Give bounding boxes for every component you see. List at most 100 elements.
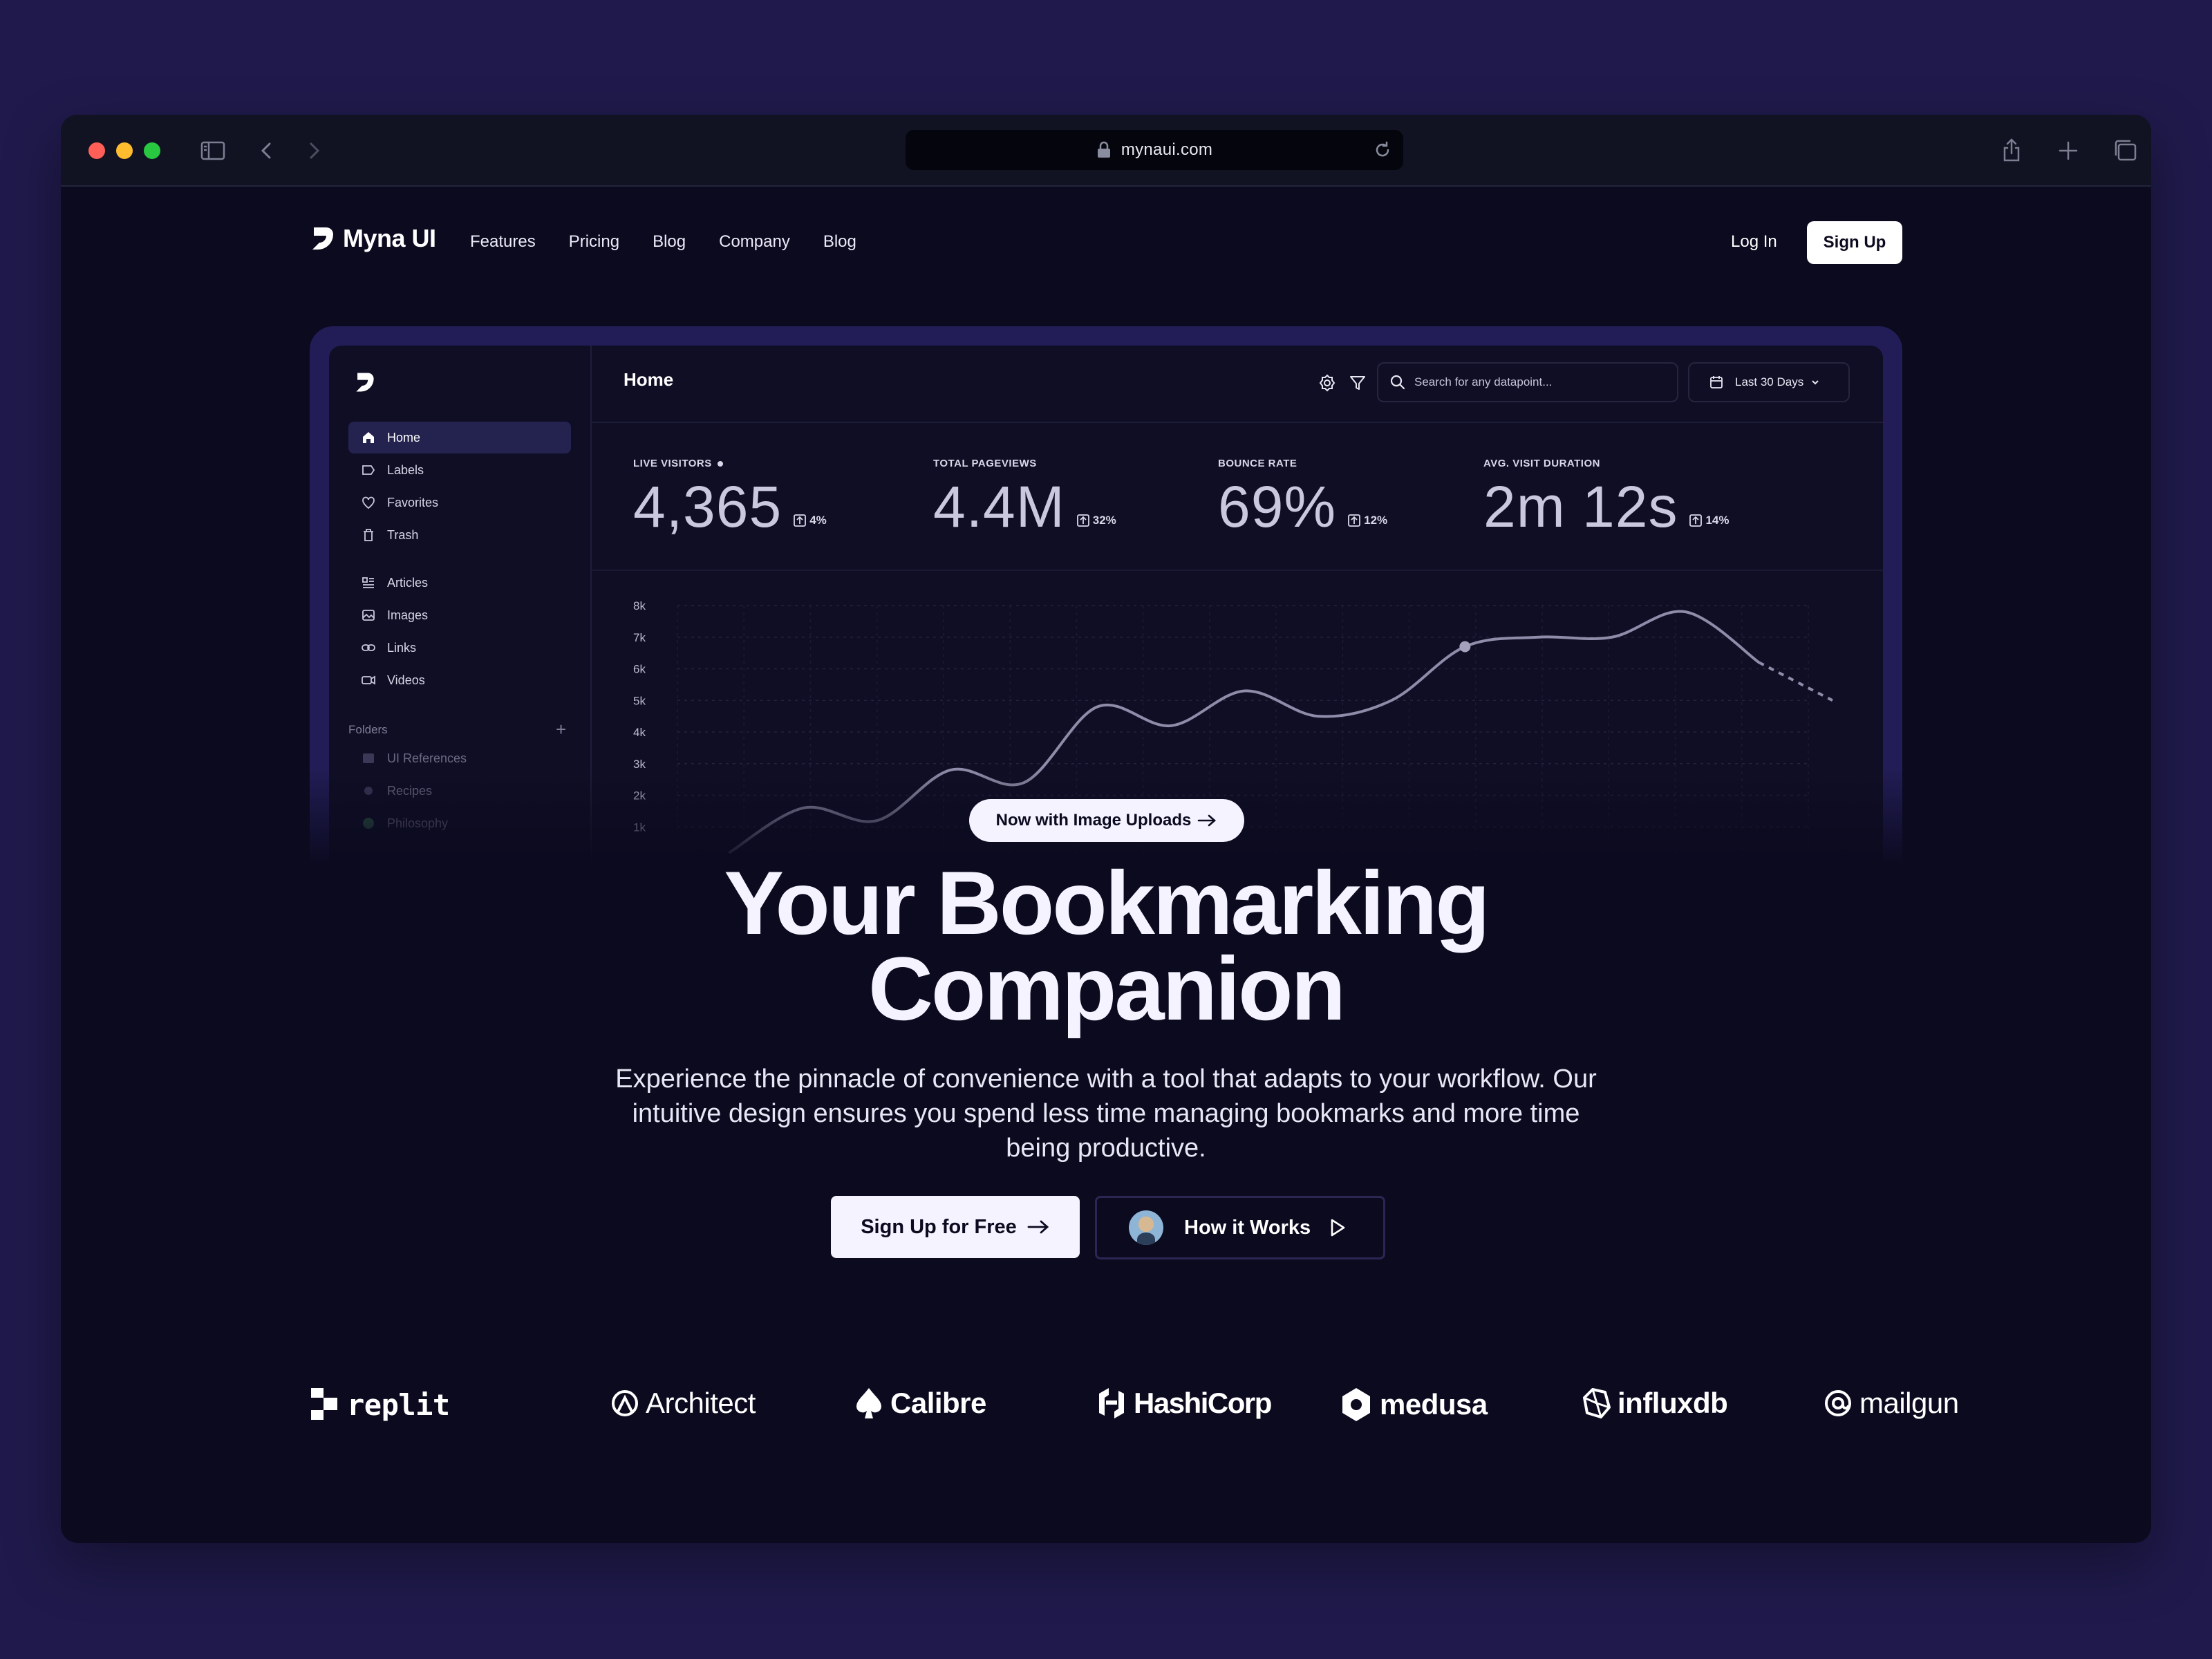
login-link[interactable]: Log In <box>1731 232 1777 252</box>
browser-window: mynaui.com Myna UI Features Pricing Blog… <box>61 115 2151 1543</box>
arrow-right-icon <box>1027 1220 1049 1234</box>
dashboard-search-input[interactable]: Search for any datapoint... <box>1377 362 1678 402</box>
trend-up-icon <box>1348 514 1361 527</box>
myna-logo-icon <box>312 227 333 250</box>
sidebar-item-videos[interactable]: Videos <box>348 664 571 696</box>
trend-up-icon <box>1689 514 1703 527</box>
dashboard-title: Home <box>624 369 674 390</box>
signup-button[interactable]: Sign Up <box>1807 221 1902 264</box>
stats-divider <box>592 570 1883 571</box>
folder-item[interactable]: UI References <box>348 742 571 774</box>
add-folder-icon[interactable]: + <box>556 719 566 740</box>
live-dot-icon <box>717 460 723 467</box>
search-placeholder: Search for any datapoint... <box>1414 375 1553 388</box>
hero-subtitle: Experience the pinnacle of convenience w… <box>615 1065 1597 1163</box>
folder-item[interactable]: Philosophy <box>348 807 571 839</box>
dashboard-sidebar: Home Labels Favorites Trash Articles Ima… <box>329 346 592 865</box>
stat-label: LIVE VISITORS <box>633 458 712 469</box>
folder-label: UI References <box>387 751 467 765</box>
stat-label: TOTAL PAGEVIEWS <box>933 458 1037 469</box>
sidebar-item-labels[interactable]: Labels <box>348 454 571 486</box>
y-tick-label: 8k <box>633 599 646 612</box>
stat-value: 2m 12s <box>1483 474 1678 539</box>
stat-delta-value: 32% <box>1092 514 1116 527</box>
filter-icon[interactable] <box>1348 373 1367 393</box>
stat-delta-value: 4% <box>809 514 827 527</box>
play-icon <box>1331 1219 1345 1237</box>
forward-arrow-icon[interactable] <box>299 135 329 166</box>
trend-up-icon <box>794 514 807 527</box>
folder-label: Philosophy <box>387 816 449 830</box>
sidebar-item-trash[interactable]: Trash <box>348 519 571 551</box>
logo-hashicorp: HashiCorp <box>1096 1387 1272 1420</box>
logo-influxdb: influxdb <box>1582 1387 1728 1420</box>
sidebar-item-images[interactable]: Images <box>348 599 571 631</box>
site-header: Myna UI Features Pricing Blog Company Bl… <box>61 187 2151 297</box>
calendar-icon <box>1710 376 1723 388</box>
sidebar-item-home[interactable]: Home <box>348 422 571 453</box>
maximize-window-button[interactable] <box>144 142 160 159</box>
y-tick-label: 4k <box>633 726 646 739</box>
stat-avg-visit-duration: AVG. VISIT DURATION 2m 12s 14% <box>1483 458 1730 539</box>
sidebar-item-label: Favorites <box>387 495 439 509</box>
minimize-window-button[interactable] <box>116 142 133 159</box>
stat-total-pageviews: TOTAL PAGEVIEWS 4.4M 32% <box>933 458 1116 536</box>
address-bar[interactable]: mynaui.com <box>906 130 1403 170</box>
sidebar-item-favorites[interactable]: Favorites <box>348 487 571 518</box>
logo-text: Calibre <box>890 1387 986 1419</box>
sidebar-item-label: Images <box>387 608 429 622</box>
logo-medusa: medusa <box>1340 1387 1488 1423</box>
dashboard-window: Home Labels Favorites Trash Articles Ima… <box>329 346 1883 865</box>
folders-heading: Folders <box>348 723 388 736</box>
logo-calibre: Calibre <box>854 1387 986 1420</box>
nav-features[interactable]: Features <box>470 232 536 252</box>
nav-company[interactable]: Company <box>719 232 790 252</box>
date-range-select[interactable]: Last 30 Days <box>1688 362 1850 402</box>
brand-logo[interactable]: Myna UI <box>310 224 436 253</box>
calibre-logo-icon <box>856 1388 881 1418</box>
sidebar-item-articles[interactable]: Articles <box>348 567 571 599</box>
video-icon <box>362 675 375 685</box>
new-tab-icon[interactable] <box>2053 135 2083 166</box>
link-icon <box>362 644 375 651</box>
sidebar-item-label: Articles <box>387 575 429 590</box>
label-icon <box>362 465 375 475</box>
cta-label: Sign Up for Free <box>861 1215 1017 1238</box>
tab-overview-icon[interactable] <box>2110 135 2140 166</box>
nav-pricing[interactable]: Pricing <box>569 232 619 252</box>
sidebar-toggle-icon[interactable] <box>198 135 228 166</box>
mailgun-logo-icon <box>1825 1390 1851 1416</box>
close-window-button[interactable] <box>88 142 105 159</box>
folder-label: Recipes <box>387 783 433 798</box>
y-tick-label: 2k <box>633 789 646 803</box>
reload-icon[interactable] <box>1373 140 1392 160</box>
back-arrow-icon[interactable] <box>252 135 282 166</box>
myna-logo-icon <box>356 373 374 392</box>
stat-delta-value: 14% <box>1705 514 1730 527</box>
stat-delta: 32% <box>1076 514 1116 527</box>
logo-text: influxdb <box>1618 1387 1728 1419</box>
share-icon[interactable] <box>1996 135 2027 166</box>
chart-series-forecast-line <box>1758 661 1833 702</box>
logo-text: Architect <box>646 1387 756 1419</box>
y-tick-label: 3k <box>633 758 646 771</box>
hero-title: Your Bookmarking Companion <box>61 858 2151 1033</box>
trash-icon <box>364 529 373 541</box>
announcement-pill[interactable]: Now with Image Uploads <box>969 799 1244 842</box>
lock-icon <box>1097 141 1110 158</box>
sidebar-item-label: Trash <box>387 527 419 542</box>
how-it-works-button[interactable]: How it Works <box>1095 1196 1385 1259</box>
sidebar-item-label: Videos <box>387 673 425 687</box>
sidebar-item-links[interactable]: Links <box>348 632 571 664</box>
nav-blog-2[interactable]: Blog <box>823 232 856 252</box>
stat-bounce-rate: BOUNCE RATE 69% 12% <box>1218 458 1388 536</box>
folder-item[interactable]: Recipes <box>348 775 571 807</box>
folder-thumb-icon <box>363 753 374 763</box>
nav-blog[interactable]: Blog <box>653 232 686 252</box>
stat-delta-value: 12% <box>1364 514 1388 527</box>
stat-label: BOUNCE RATE <box>1218 458 1297 469</box>
browser-toolbar: mynaui.com <box>61 115 2151 187</box>
signup-free-button[interactable]: Sign Up for Free <box>831 1196 1080 1258</box>
chart-highlight-point[interactable] <box>1459 641 1471 653</box>
settings-gear-icon[interactable] <box>1318 373 1337 393</box>
